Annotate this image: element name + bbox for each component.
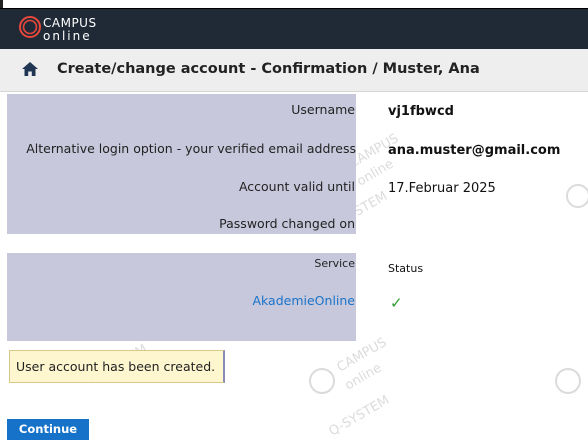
logo-ring-icon xyxy=(19,16,41,38)
watermark-text: online xyxy=(343,361,385,394)
app-bar: CAMPUS online xyxy=(0,8,588,49)
username-label: Username xyxy=(291,102,355,117)
home-icon[interactable] xyxy=(22,61,38,80)
page-title: Create/change account - Confirmation / M… xyxy=(57,61,480,77)
service-column-header: Service xyxy=(314,257,355,270)
success-notice-text: User account has been created. xyxy=(16,359,216,374)
watermark-text: Q-SYSTEM xyxy=(327,393,393,440)
email-value: ana.muster@gmail.com xyxy=(388,143,561,158)
logo-text-campus: CAMPUS xyxy=(43,16,97,30)
continue-button[interactable]: Continue xyxy=(7,419,89,440)
logo-text-online: online xyxy=(43,29,92,43)
check-icon: ✓ xyxy=(390,294,403,312)
valid-until-label: Account valid until xyxy=(238,179,355,194)
password-changed-label: Password changed on xyxy=(219,216,355,231)
service-link-akademieonline[interactable]: AkademieOnline xyxy=(252,293,355,308)
email-label: Alternative login option - your verified… xyxy=(26,141,356,156)
top-strip-mark xyxy=(0,0,3,8)
watermark-text: CAMPUS xyxy=(335,335,390,375)
title-bar: Create/change account - Confirmation / M… xyxy=(0,49,588,92)
status-column-header: Status xyxy=(388,262,424,275)
username-value: vj1fbwcd xyxy=(388,104,454,119)
top-strip xyxy=(0,0,588,8)
success-notice: User account has been created. xyxy=(9,350,225,383)
valid-until-value: 17.Februar 2025 xyxy=(388,181,496,196)
